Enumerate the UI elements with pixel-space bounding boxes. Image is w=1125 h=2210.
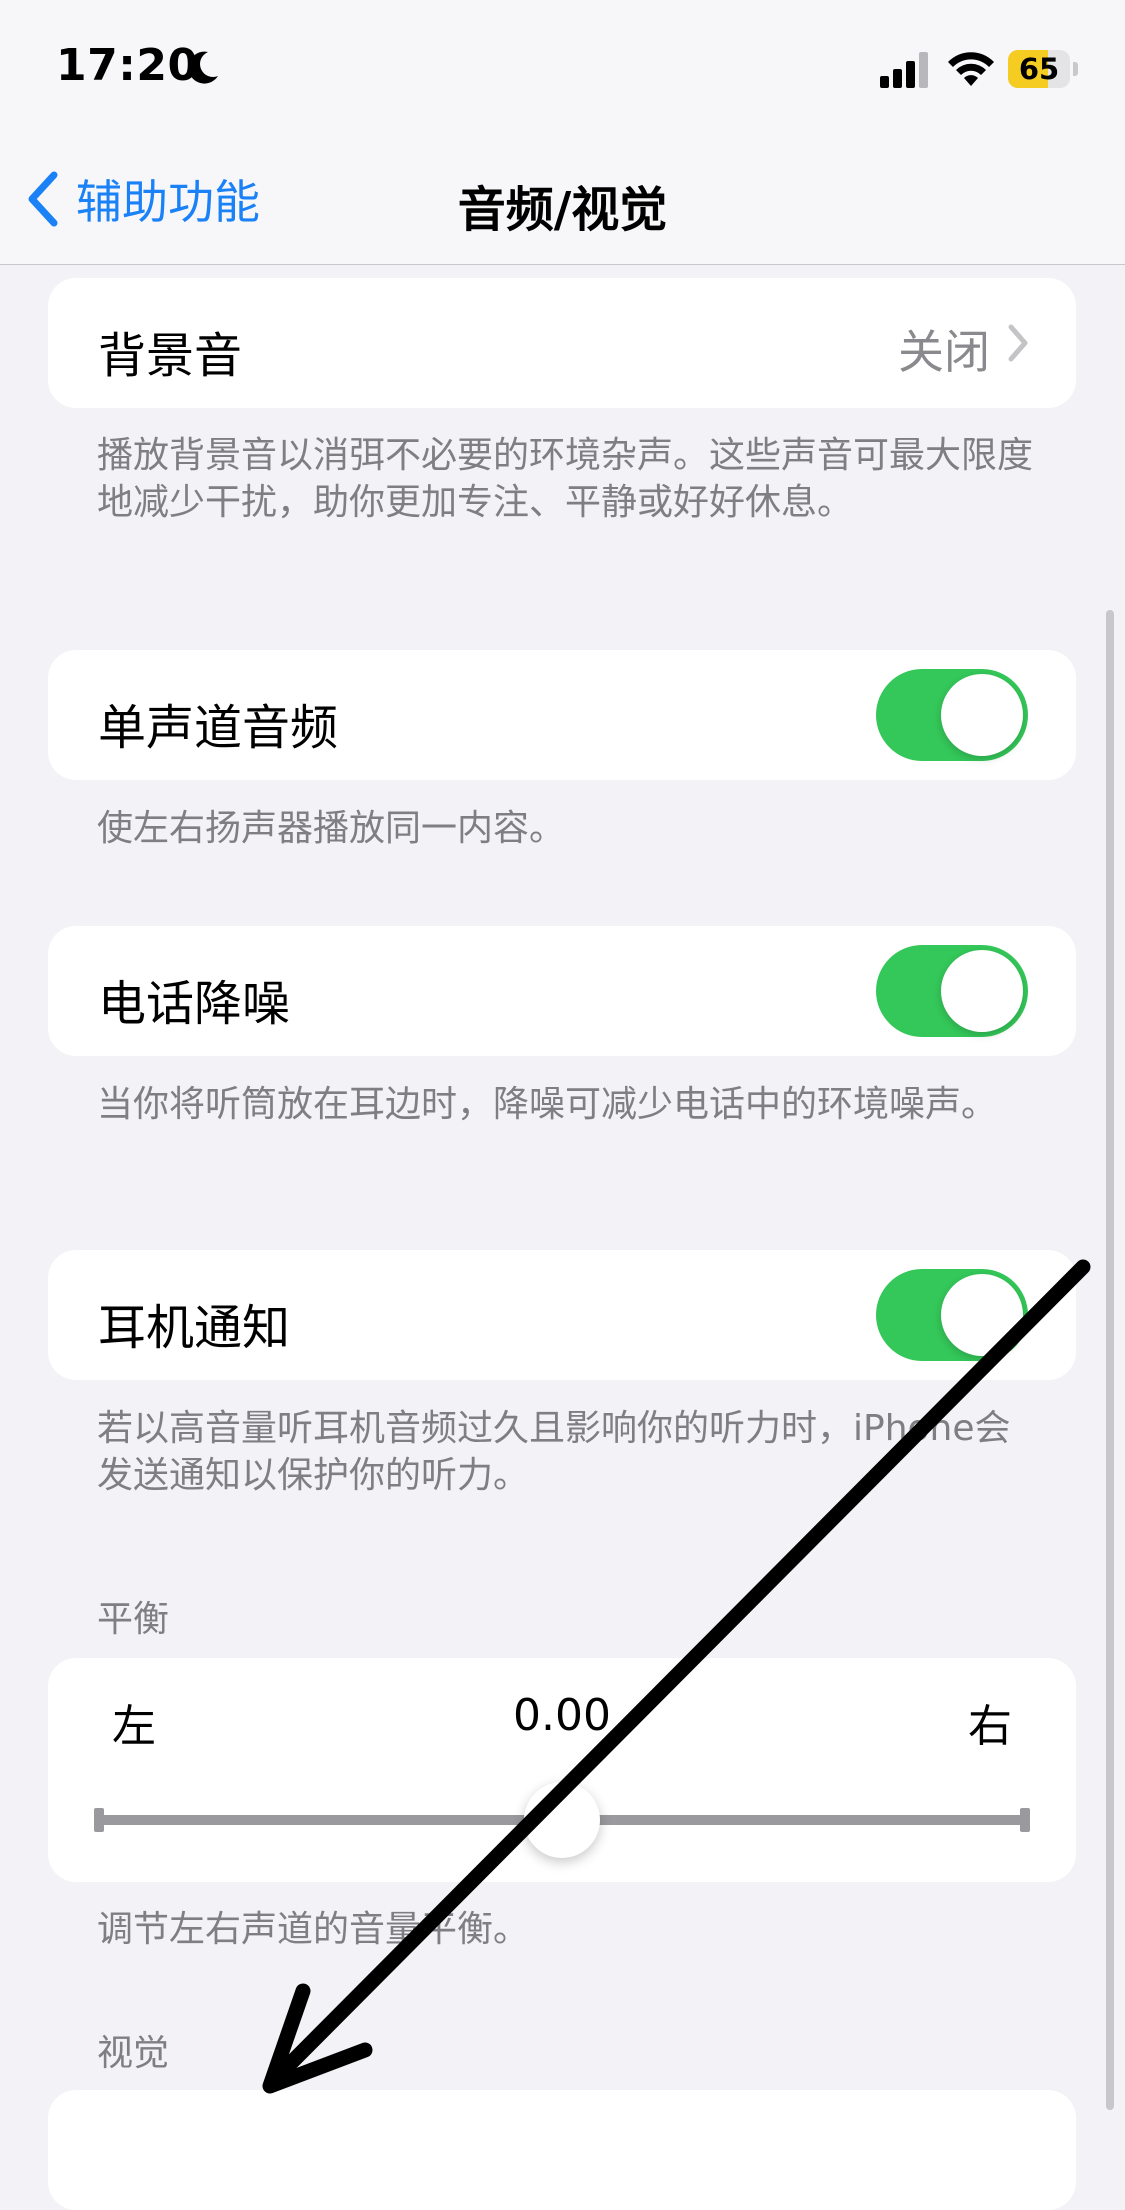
background-sounds-footnote: 播放背景音以消弭不必要的环境杂声。这些声音可最大限度地减少干扰，助你更加专注、平… <box>97 435 1034 523</box>
balance-slider-thumb[interactable] <box>524 1782 600 1858</box>
phone-noise-cancellation-toggle[interactable] <box>876 945 1028 1037</box>
status-bar: 17:20 65 <box>0 0 1125 140</box>
balance-slider-group: 左 0.00 右 <box>48 1658 1076 1882</box>
background-sounds-label: 背景音 <box>98 328 243 384</box>
headphone-notifications-footnote: 若以高音量听耳机音频过久且影响你的听力时，iPhone会发送通知以保护你的听力。 <box>97 1408 1011 1496</box>
phone-noise-cancellation-label: 电话降噪 <box>98 976 291 1032</box>
page-title: 音频/视觉 <box>457 182 668 238</box>
toggle-knob <box>941 674 1023 756</box>
headphone-notifications-label: 耳机通知 <box>98 1300 291 1356</box>
slider-left-cap <box>94 1808 104 1832</box>
mono-audio-toggle[interactable] <box>876 669 1028 761</box>
phone-noise-cancellation-footnote: 当你将听筒放在耳边时，降噪可减少电话中的环境噪声。 <box>97 1084 998 1125</box>
moon-icon <box>188 51 218 84</box>
balance-right-label: 右 <box>968 1701 1012 1752</box>
phone-noise-cancellation-row: 电话降噪 <box>48 926 1076 1056</box>
battery-icon: 65 <box>1008 50 1078 88</box>
headphone-notifications-toggle[interactable] <box>876 1269 1028 1361</box>
status-time: 17:20 <box>56 40 199 91</box>
slider-right-cap <box>1020 1808 1030 1832</box>
headphone-notifications-row: 耳机通知 <box>48 1250 1076 1380</box>
visual-section-header: 视觉 <box>97 2033 170 2074</box>
mono-audio-row: 单声道音频 <box>48 650 1076 780</box>
balance-footnote: 调节左右声道的音量平衡。 <box>97 1909 530 1950</box>
balance-value: 0.00 <box>513 1690 611 1741</box>
navigation-bar: 辅助功能 音频/视觉 <box>0 140 1125 265</box>
battery-percent: 65 <box>1018 52 1060 86</box>
visual-group <box>48 2090 1076 2210</box>
background-sounds-value: 关闭 <box>898 325 990 379</box>
mono-audio-label: 单声道音频 <box>98 700 339 756</box>
cellular-signal-icon <box>880 52 928 88</box>
toggle-knob <box>941 950 1023 1032</box>
toggle-knob <box>941 1274 1023 1356</box>
scroll-indicator <box>1106 610 1114 2110</box>
mono-audio-footnote: 使左右扬声器播放同一内容。 <box>97 808 566 849</box>
wifi-icon <box>948 52 994 86</box>
chevron-right-icon <box>1008 324 1028 362</box>
balance-section-header: 平衡 <box>97 1599 170 1640</box>
background-sounds-row[interactable]: 背景音 关闭 <box>48 278 1076 408</box>
